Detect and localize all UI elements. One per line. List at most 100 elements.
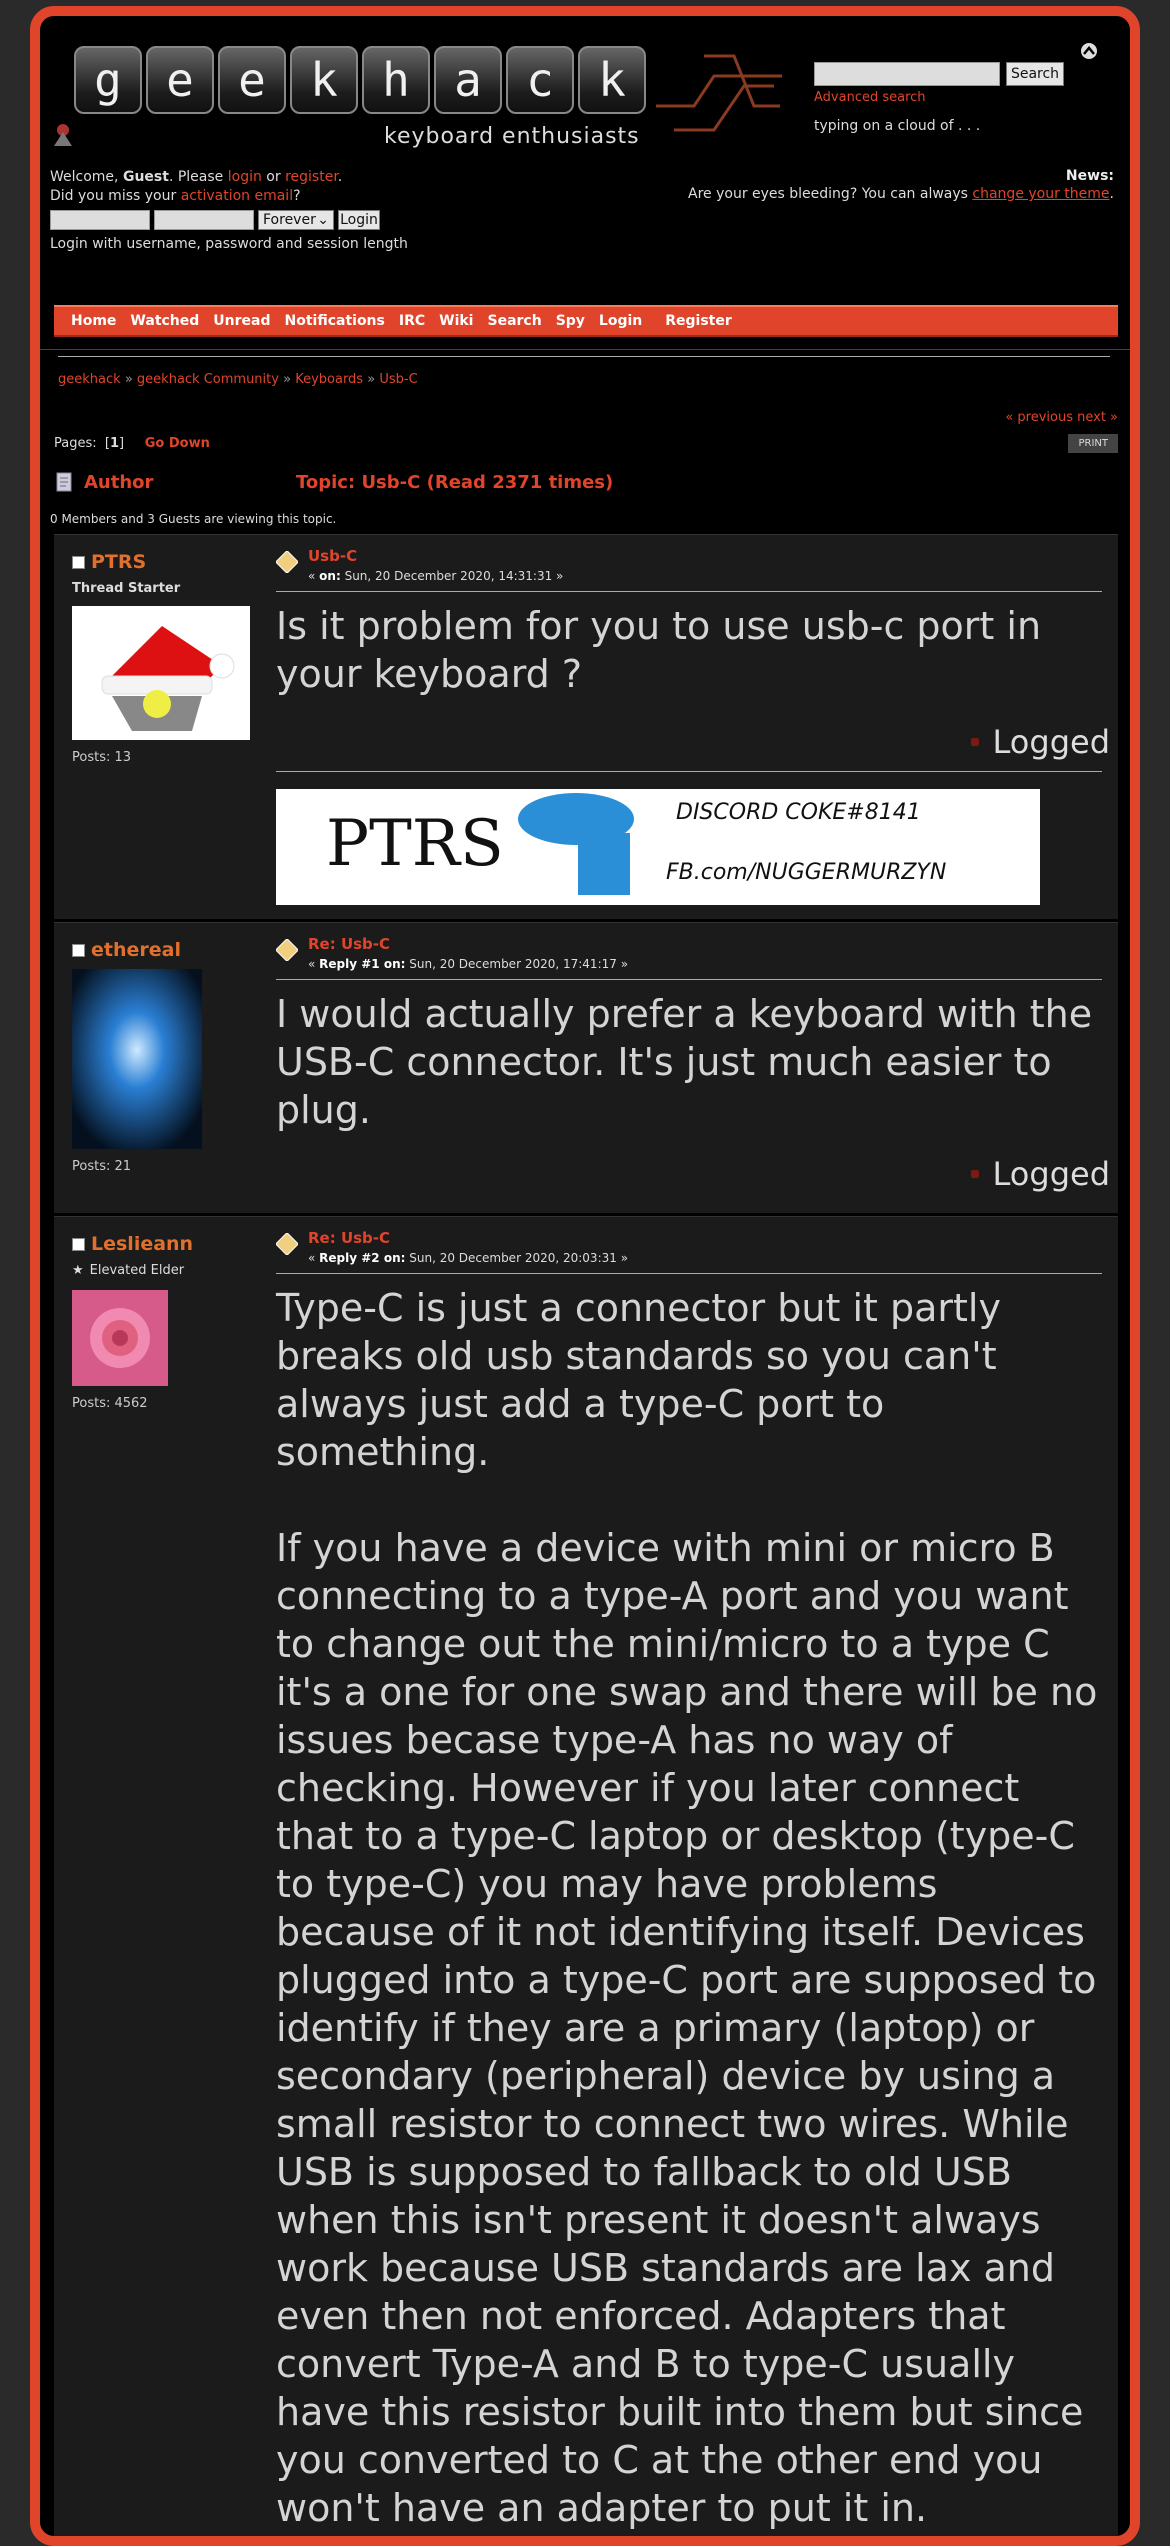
post-header: Re: Usb-C « Reply #1 on: Sun, 20 Decembe… <box>276 935 1102 971</box>
poster-name-text[interactable]: PTRS <box>91 551 146 573</box>
register-link[interactable]: register <box>285 169 338 185</box>
activation-email-link[interactable]: activation email <box>181 188 293 204</box>
collapse-header-icon[interactable] <box>1080 42 1098 60</box>
nav-register[interactable]: Register <box>665 313 732 329</box>
poster-info: PTRS Thread Starter Posts: 13 <box>72 551 272 765</box>
logo-key: a <box>434 46 502 114</box>
post-count: Posts: 21 <box>72 1159 132 1174</box>
post-item: ethereal Posts: 21 Re: Usb-C « Reply #1 … <box>54 922 1118 1213</box>
nav-notifications[interactable]: Notifications <box>285 313 385 329</box>
post-content: Re: Usb-C « Reply #1 on: Sun, 20 Decembe… <box>276 935 1102 1134</box>
logo-key: c <box>506 46 574 114</box>
poster-name-text[interactable]: ethereal <box>91 939 181 961</box>
nav-home[interactable]: Home <box>71 313 116 329</box>
avatar[interactable] <box>72 1290 168 1386</box>
meta-prefix: « <box>308 1251 320 1265</box>
post-divider <box>276 979 1102 980</box>
meta-label: Reply #1 on: <box>319 957 406 971</box>
news-label: News: <box>1065 168 1114 184</box>
avatar[interactable] <box>72 606 250 740</box>
nav-irc[interactable]: IRC <box>399 313 425 329</box>
post-date: Sun, 20 December 2020, 17:41:17 » <box>409 957 629 971</box>
password-input[interactable] <box>154 210 254 230</box>
breadcrumb-sep: » <box>367 372 376 387</box>
author-column-header: Author <box>84 472 154 493</box>
welcome-end: . <box>337 169 343 185</box>
nav-watched[interactable]: Watched <box>130 313 199 329</box>
post-body: I would actually prefer a keyboard with … <box>276 992 1105 1132</box>
avatar[interactable] <box>72 969 202 1149</box>
logo-key: k <box>578 46 646 114</box>
change-theme-link[interactable]: change your theme <box>972 186 1109 202</box>
poster-name-text[interactable]: Leslieann <box>91 1233 193 1255</box>
post-body: Type-C is just a connector but it partly… <box>276 1286 1098 2530</box>
logo-key: e <box>218 46 286 114</box>
post-divider <box>276 1273 1102 1274</box>
nav-login[interactable]: Login <box>599 313 642 329</box>
breadcrumb-community[interactable]: geekhack Community <box>137 372 279 387</box>
logo-key: h <box>362 46 430 114</box>
post-count: Posts: 13 <box>72 750 132 765</box>
poster-info: Leslieann ★ Elevated Elder Posts: 4562 <box>72 1233 272 1411</box>
guest-label: Guest <box>122 169 169 185</box>
poster-name[interactable]: Leslieann <box>72 1233 272 1255</box>
activation-prefix: Did you miss your <box>50 188 181 204</box>
offline-status-icon <box>72 555 85 569</box>
login-hint: Login with username, password and sessio… <box>50 236 408 252</box>
logged-label: Logged <box>992 723 1110 761</box>
breadcrumb-geekhack[interactable]: geekhack <box>58 372 121 387</box>
post-date: Sun, 20 December 2020, 14:31:31 » <box>344 569 564 583</box>
news-body: Are your eyes bleeding? You can always <box>688 186 973 202</box>
post-header: Re: Usb-C « Reply #2 on: Sun, 20 Decembe… <box>276 1229 1102 1265</box>
site-logo[interactable]: g e e k h a c k <box>74 46 646 114</box>
chevron-down-icon: ⌄ <box>317 212 329 228</box>
search-button[interactable]: Search <box>1006 62 1064 86</box>
poster-name[interactable]: PTRS <box>72 551 272 573</box>
search-input[interactable] <box>814 62 1000 86</box>
post-item: PTRS Thread Starter Posts: 13 Usb-C « on… <box>54 534 1118 919</box>
signature-fb: FB.com/NUGGERMURZYN <box>666 860 946 885</box>
logo-key: e <box>146 46 214 114</box>
login-link[interactable]: login <box>228 169 262 185</box>
welcome-or: or <box>261 169 286 185</box>
post-meta: « Reply #1 on: Sun, 20 December 2020, 17… <box>308 957 628 971</box>
post-count: Posts: 4562 <box>72 1396 148 1411</box>
breadcrumb-usb-c[interactable]: Usb-C <box>379 372 417 387</box>
post-item: Leslieann ★ Elevated Elder Posts: 4562 Re… <box>54 1216 1118 2536</box>
session-length-select[interactable]: Forever ⌄ <box>258 210 334 230</box>
post-subject[interactable]: Re: Usb-C <box>308 1229 628 1247</box>
nav-search[interactable]: Search <box>487 313 541 329</box>
poster-info: ethereal Posts: 21 <box>72 939 272 1174</box>
signature-image: PTRS DISCORD COKE#8141 FB.com/NUGGERMURZ… <box>276 789 1040 905</box>
poster-rank-row: ★ Elevated Elder <box>72 1263 272 1278</box>
viewing-count: 0 Members and 3 Guests are viewing this … <box>50 512 337 526</box>
welcome-please: . Please <box>168 169 228 185</box>
breadcrumb-rule <box>58 356 1110 357</box>
post-divider <box>276 591 1102 592</box>
pages-label: Pages: <box>54 436 97 451</box>
prev-next-links[interactable]: « previous next » <box>1005 410 1118 425</box>
post-content: Re: Usb-C « Reply #2 on: Sun, 20 Decembe… <box>276 1229 1102 2532</box>
offline-status-icon <box>72 943 85 957</box>
nav-wiki[interactable]: Wiki <box>439 313 473 329</box>
advanced-search-link[interactable]: Advanced search <box>814 90 926 105</box>
offline-status-icon <box>72 1237 85 1251</box>
nav-unread[interactable]: Unread <box>213 313 270 329</box>
login-button[interactable]: Login <box>338 210 380 230</box>
signature-divider <box>276 771 1102 772</box>
go-down-link[interactable]: Go Down <box>145 436 210 451</box>
site-slogan: typing on a cloud of . . . <box>814 118 981 134</box>
star-icon: ★ <box>72 1263 84 1278</box>
post-body: Is it problem for you to use usb-c port … <box>276 604 1054 696</box>
post-date: Sun, 20 December 2020, 20:03:31 » <box>409 1251 629 1265</box>
post-subject[interactable]: Usb-C <box>308 547 563 565</box>
post-subject[interactable]: Re: Usb-C <box>308 935 628 953</box>
username-input[interactable] <box>50 210 150 230</box>
nav-spy[interactable]: Spy <box>556 313 585 329</box>
poster-name[interactable]: ethereal <box>72 939 272 961</box>
post-icon <box>276 939 298 961</box>
breadcrumb-keyboards[interactable]: Keyboards <box>295 372 363 387</box>
site-tagline: keyboard enthusiasts <box>384 124 640 149</box>
main-nav: Home Watched Unread Notifications IRC Wi… <box>54 305 1118 337</box>
print-button[interactable]: PRINT <box>1068 434 1118 453</box>
